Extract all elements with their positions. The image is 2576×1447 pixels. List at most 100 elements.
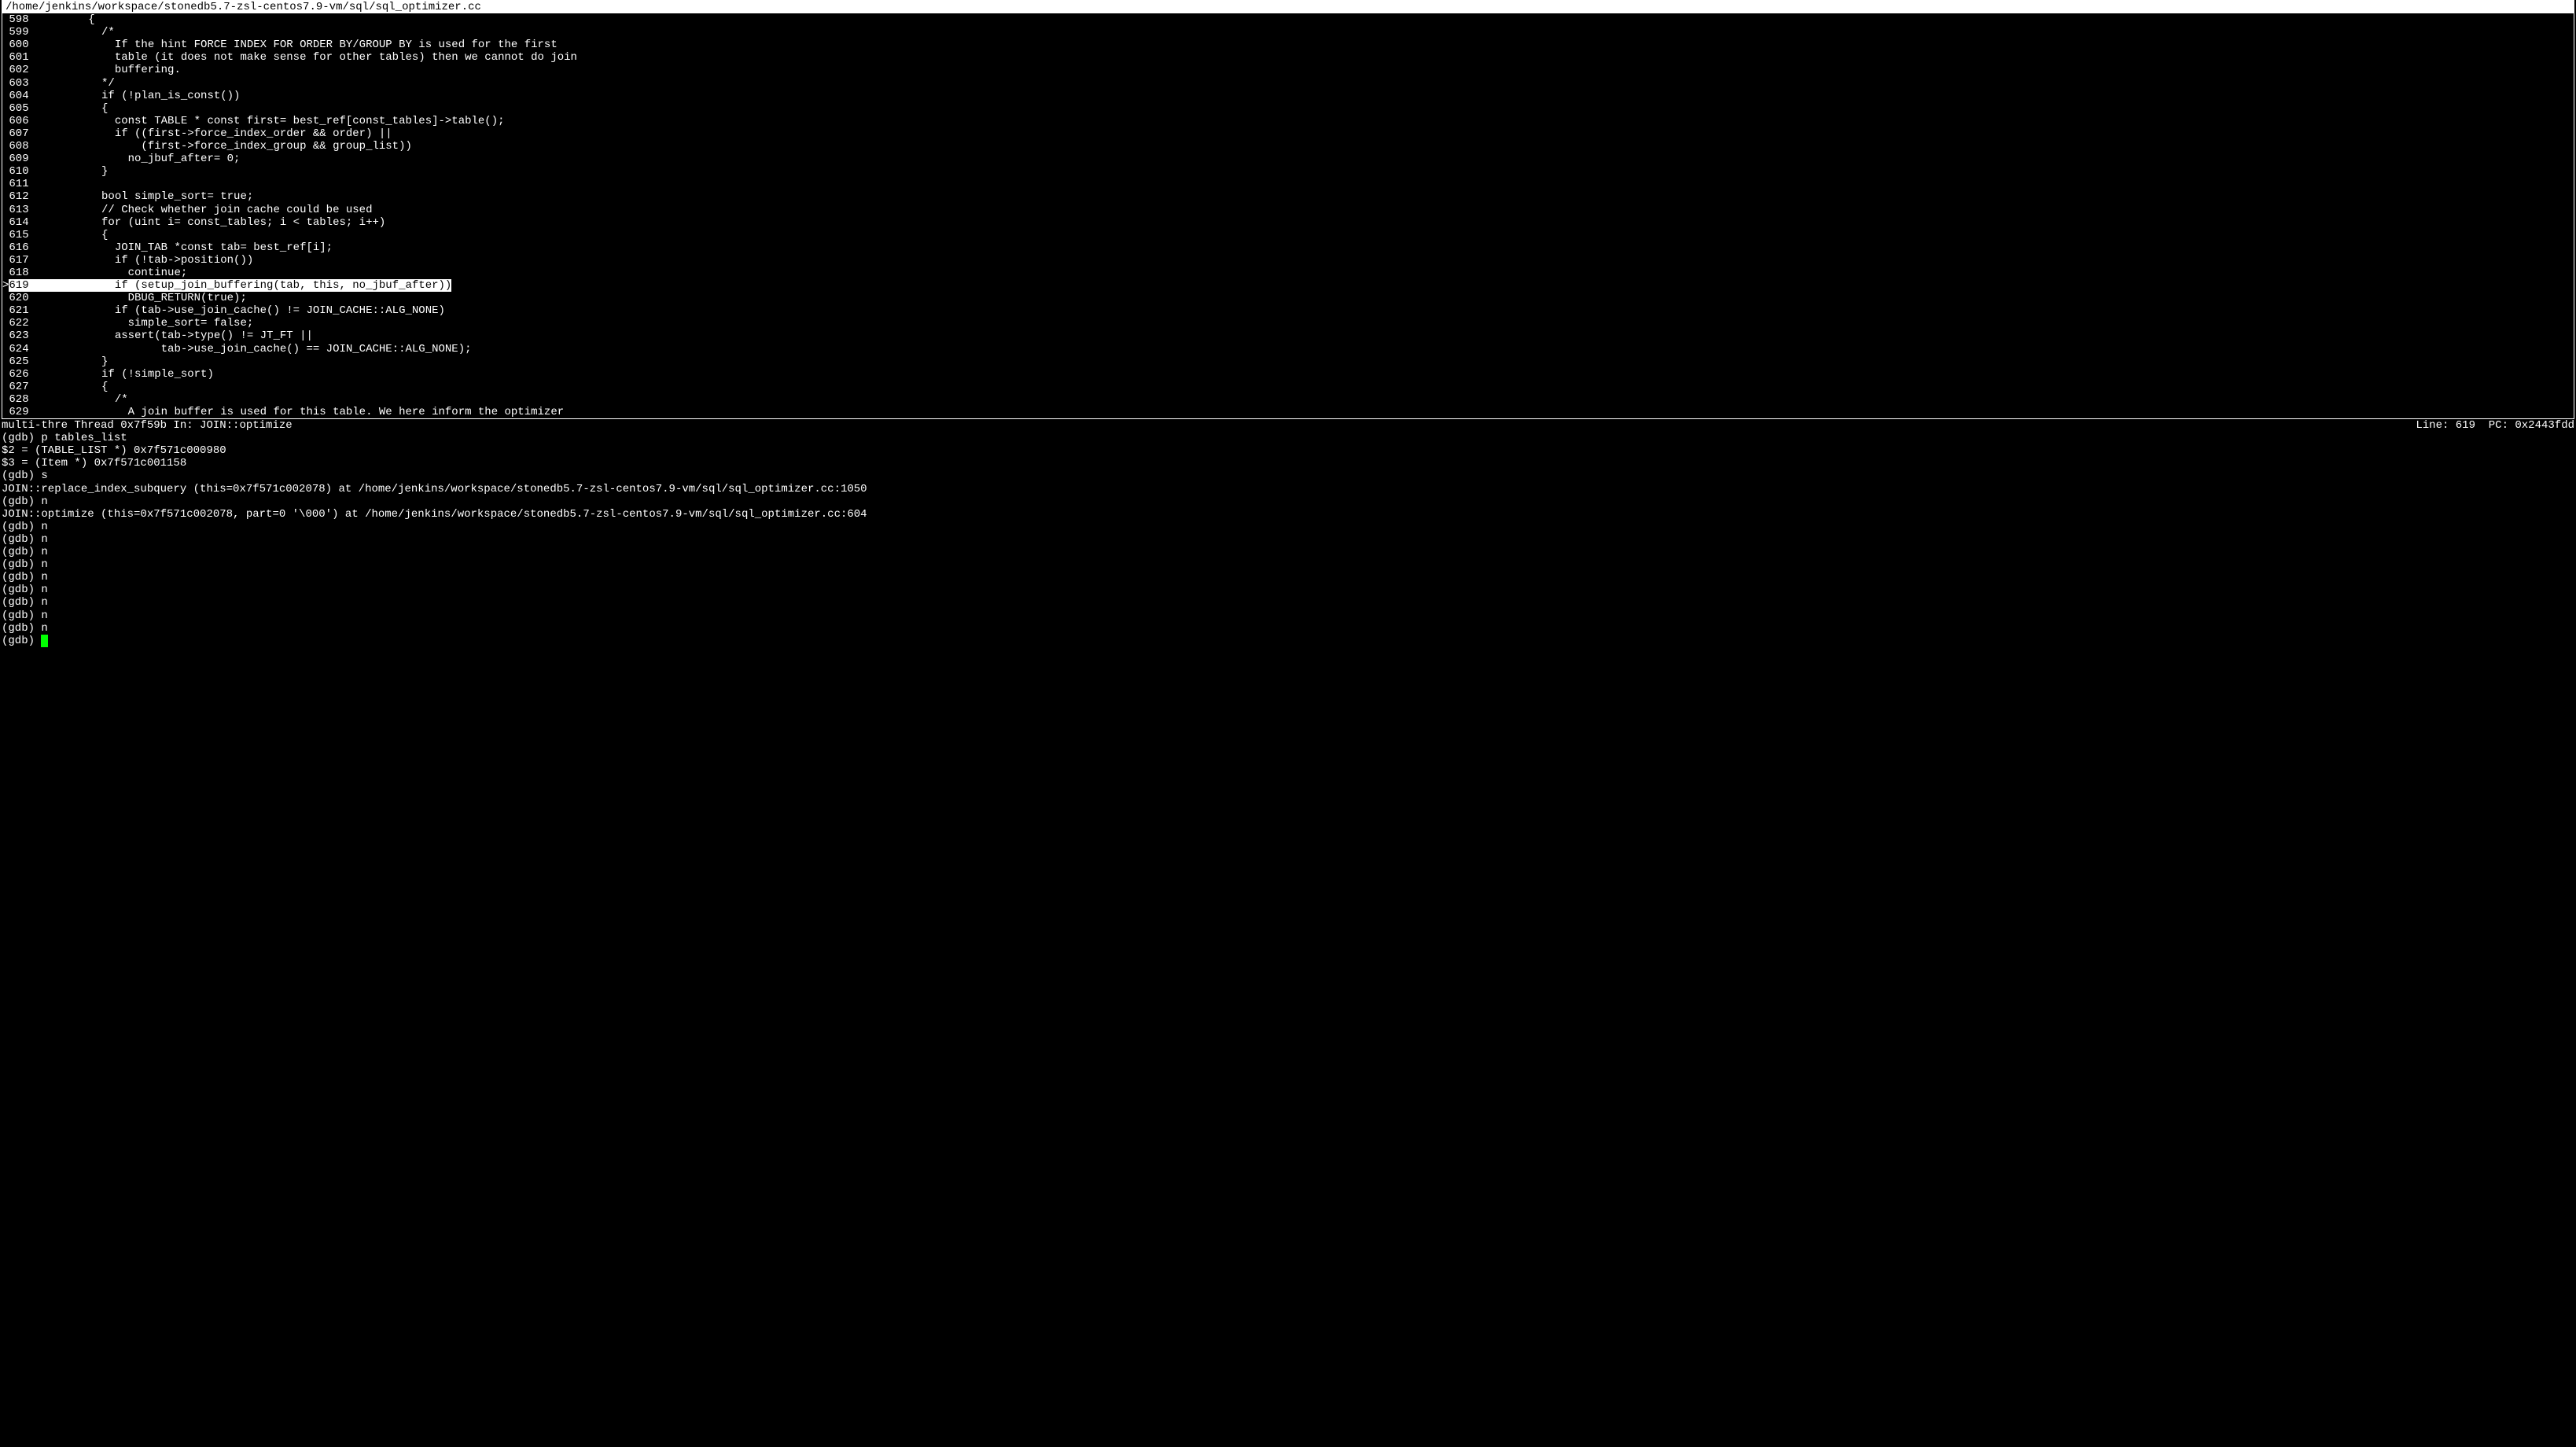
line-number: 601 (9, 51, 28, 64)
current-line-marker (2, 64, 9, 76)
current-line-marker (2, 204, 9, 216)
current-line-marker (2, 140, 9, 153)
code-text: for (uint i= const_tables; i < tables; i… (29, 216, 386, 229)
code-text: } (29, 165, 109, 178)
current-line-marker (2, 254, 9, 267)
console-line: (gdb) n (2, 546, 2574, 558)
code-text: */ (29, 77, 115, 90)
code-line: 623 assert(tab->type() != JT_FT || (2, 330, 2574, 342)
console-line: (gdb) n (2, 558, 2574, 571)
code-text: if (tab->use_join_cache() != JOIN_CACHE:… (29, 304, 445, 317)
line-number: 623 (9, 330, 28, 342)
code-line: 610 } (2, 165, 2574, 178)
line-number: 609 (9, 153, 28, 165)
line-number: 612 (9, 190, 28, 203)
code-line: 606 const TABLE * const first= best_ref[… (2, 115, 2574, 127)
line-number: 610 (9, 165, 28, 178)
line-number: 603 (9, 77, 28, 90)
code-text: JOIN_TAB *const tab= best_ref[i]; (29, 241, 333, 254)
current-line-marker (2, 381, 9, 393)
code-line: 600 If the hint FORCE INDEX FOR ORDER BY… (2, 39, 2574, 51)
gdb-prompt-line[interactable]: (gdb) (2, 635, 2574, 647)
code-text: If the hint FORCE INDEX FOR ORDER BY/GRO… (29, 39, 558, 51)
code-text: if (setup_join_buffering(tab, this, no_j… (29, 279, 452, 292)
code-line: 604 if (!plan_is_const()) (2, 90, 2574, 102)
line-number: 614 (9, 216, 28, 229)
line-number: 620 (9, 292, 28, 304)
line-number: 611 (9, 178, 28, 190)
code-text: DBUG_RETURN(true); (29, 292, 247, 304)
code-text: if (!simple_sort) (29, 368, 214, 381)
code-line: 624 tab->use_join_cache() == JOIN_CACHE:… (2, 343, 2574, 355)
line-number: 617 (9, 254, 28, 267)
code-line: 598 { (2, 13, 2574, 26)
current-line-marker (2, 77, 9, 90)
code-line: 612 bool simple_sort= true; (2, 190, 2574, 203)
code-line: 620 DBUG_RETURN(true); (2, 292, 2574, 304)
code-line: 629 A join buffer is used for this table… (2, 406, 2574, 418)
code-line: 627 { (2, 381, 2574, 393)
status-line-pc: Line: 619 PC: 0x2443fdd (2416, 419, 2574, 432)
console-line: (gdb) n (2, 622, 2574, 635)
current-line-marker (2, 304, 9, 317)
current-line-marker (2, 406, 9, 418)
console-line: JOIN::replace_index_subquery (this=0x7f5… (2, 483, 2574, 495)
line-number: 605 (9, 102, 28, 115)
current-line-marker (2, 39, 9, 51)
code-text: // Check whether join cache could be use… (29, 204, 373, 216)
current-line-marker (2, 216, 9, 229)
current-line-marker (2, 355, 9, 368)
cursor (41, 635, 47, 646)
code-line: 613 // Check whether join cache could be… (2, 204, 2574, 216)
current-line-marker (2, 26, 9, 39)
console-line: (gdb) n (2, 609, 2574, 622)
line-number: 626 (9, 368, 28, 381)
code-line: 618 continue; (2, 267, 2574, 279)
code-line: 609 no_jbuf_after= 0; (2, 153, 2574, 165)
current-line-marker (2, 241, 9, 254)
code-text: { (29, 381, 109, 393)
line-number: 604 (9, 90, 28, 102)
code-line: 628 /* (2, 393, 2574, 406)
code-line: >619 if (setup_join_buffering(tab, this,… (2, 279, 2574, 292)
console-line: (gdb) n (2, 533, 2574, 546)
code-line: 625 } (2, 355, 2574, 368)
code-text: tab->use_join_cache() == JOIN_CACHE::ALG… (29, 343, 472, 355)
current-line-marker (2, 51, 9, 64)
code-text: } (29, 355, 109, 368)
line-number: 608 (9, 140, 28, 153)
code-text: assert(tab->type() != JT_FT || (29, 330, 313, 342)
code-text: no_jbuf_after= 0; (29, 153, 241, 165)
current-line-marker (2, 115, 9, 127)
code-line: 616 JOIN_TAB *const tab= best_ref[i]; (2, 241, 2574, 254)
current-line-marker (2, 13, 9, 26)
current-line-marker (2, 229, 9, 241)
code-line: 608 (first->force_index_group && group_l… (2, 140, 2574, 153)
line-number: 616 (9, 241, 28, 254)
code-text: (first->force_index_group && group_list)… (29, 140, 412, 153)
line-number: 622 (9, 317, 28, 330)
code-text: /* (29, 26, 115, 39)
code-line: 603 */ (2, 77, 2574, 90)
source-code-body[interactable]: 598 { 599 /* 600 If the hint FORCE INDEX… (2, 13, 2574, 418)
current-line-marker (2, 165, 9, 178)
console-line: (gdb) s (2, 469, 2574, 482)
current-line-marker (2, 102, 9, 115)
current-line-marker (2, 90, 9, 102)
console-line: JOIN::optimize (this=0x7f571c002078, par… (2, 508, 2574, 521)
code-line: 602 buffering. (2, 64, 2574, 76)
status-thread-info: multi-thre Thread 0x7f59b In: JOIN::opti… (2, 419, 293, 432)
line-number: 618 (9, 267, 28, 279)
gdb-console[interactable]: (gdb) p tables_list$2 = (TABLE_LIST *) 0… (0, 432, 2576, 647)
current-line-marker (2, 292, 9, 304)
line-number: 600 (9, 39, 28, 51)
line-number: 602 (9, 64, 28, 76)
line-number: 627 (9, 381, 28, 393)
current-line-marker (2, 178, 9, 190)
line-number: 619 (9, 279, 28, 292)
line-number: 598 (9, 13, 28, 26)
console-line: $2 = (TABLE_LIST *) 0x7f571c000980 (2, 444, 2574, 457)
code-line: 615 { (2, 229, 2574, 241)
line-number: 628 (9, 393, 28, 406)
line-number: 615 (9, 229, 28, 241)
